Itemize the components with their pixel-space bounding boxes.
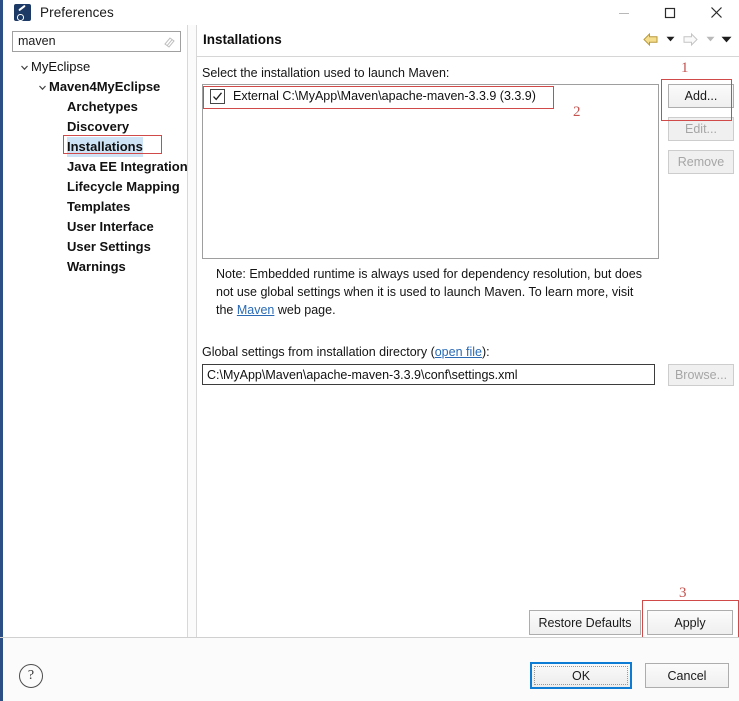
tree-item-label: Templates bbox=[67, 199, 131, 214]
tree-item-myeclipse[interactable]: MyEclipse bbox=[3, 57, 187, 77]
tree-item-label: MyEclipse bbox=[31, 59, 91, 74]
footer-accent-bar bbox=[0, 638, 3, 701]
tree-item-label: Maven4MyEclipse bbox=[49, 79, 161, 94]
chevron-down-icon bbox=[703, 29, 717, 49]
chevron-down-icon[interactable] bbox=[719, 29, 733, 49]
global-settings-path-input[interactable]: C:\MyApp\Maven\apache-maven-3.3.9\conf\s… bbox=[202, 364, 655, 385]
annotation-number-3: 3 bbox=[679, 585, 687, 601]
select-installation-label: Select the installation used to launch M… bbox=[202, 66, 450, 80]
maven-link[interactable]: Maven bbox=[237, 303, 275, 317]
window-accent-bar bbox=[0, 0, 3, 25]
browse-button: Browse... bbox=[668, 364, 734, 386]
restore-defaults-button[interactable]: Restore Defaults bbox=[529, 610, 641, 635]
global-settings-label: Global settings from installation direct… bbox=[202, 345, 490, 359]
tree-item-label: User Settings bbox=[67, 239, 151, 254]
preference-tree[interactable]: MyEclipse Maven4MyEclipse Archetypes Dis… bbox=[3, 57, 187, 277]
close-icon[interactable] bbox=[693, 0, 739, 25]
header-divider bbox=[197, 56, 739, 57]
maximize-icon[interactable] bbox=[647, 0, 693, 25]
installations-page: Installations Select the installation us… bbox=[197, 25, 739, 637]
panel-sash[interactable] bbox=[188, 25, 196, 637]
page-navigation-toolbar bbox=[639, 29, 733, 49]
tree-item-java-ee-integration[interactable]: Java EE Integration bbox=[3, 157, 187, 177]
tree-item-label: Discovery bbox=[67, 119, 130, 134]
preference-tree-panel: maven MyEclipse Maven4MyEclipse Archetyp… bbox=[0, 25, 187, 665]
chevron-down-icon[interactable] bbox=[17, 57, 31, 77]
help-question-icon[interactable]: ? bbox=[19, 664, 43, 688]
open-file-link[interactable]: open file bbox=[435, 345, 482, 359]
annotation-number-1: 1 bbox=[681, 60, 689, 76]
minimize-icon[interactable] bbox=[601, 0, 647, 25]
tree-item-maven4myeclipse[interactable]: Maven4MyEclipse bbox=[3, 77, 187, 97]
forward-arrow-icon bbox=[679, 29, 701, 49]
cancel-button[interactable]: Cancel bbox=[645, 663, 729, 688]
installation-checkbox[interactable] bbox=[210, 88, 225, 104]
back-arrow-icon[interactable] bbox=[639, 29, 661, 49]
ok-button-label: OK bbox=[571, 668, 591, 683]
window-title: Preferences bbox=[40, 5, 114, 20]
chevron-down-icon[interactable] bbox=[663, 29, 677, 49]
note-text-part2: web page. bbox=[274, 303, 336, 317]
add-button[interactable]: Add... bbox=[668, 84, 734, 108]
search-input[interactable]: maven bbox=[12, 31, 181, 52]
tree-item-label: Java EE Integration bbox=[67, 159, 187, 174]
remove-button: Remove bbox=[668, 150, 734, 174]
annotation-number-2: 2 bbox=[573, 104, 581, 120]
tree-item-label: Archetypes bbox=[67, 99, 138, 114]
embedded-runtime-note: Note: Embedded runtime is always used fo… bbox=[216, 265, 646, 319]
global-settings-label-before: Global settings from installation direct… bbox=[202, 345, 435, 359]
global-settings-path-value: C:\MyApp\Maven\apache-maven-3.3.9\conf\s… bbox=[207, 367, 518, 382]
installation-actions: Add... Edit... Remove bbox=[668, 84, 734, 174]
tree-item-archetypes[interactable]: Archetypes bbox=[3, 97, 187, 117]
tree-item-discovery[interactable]: Discovery bbox=[3, 117, 187, 137]
ok-button[interactable]: OK bbox=[530, 662, 632, 689]
installation-label: External C:\MyApp\Maven\apache-maven-3.3… bbox=[233, 89, 536, 103]
page-header: Installations bbox=[197, 25, 739, 57]
tree-item-label: User Interface bbox=[67, 219, 154, 234]
tree-item-lifecycle-mapping[interactable]: Lifecycle Mapping bbox=[3, 177, 187, 197]
global-settings-label-after: ): bbox=[482, 345, 490, 359]
installation-row[interactable]: External C:\MyApp\Maven\apache-maven-3.3… bbox=[203, 85, 658, 107]
tree-item-user-interface[interactable]: User Interface bbox=[3, 217, 187, 237]
edit-button: Edit... bbox=[668, 117, 734, 141]
title-bar: Preferences bbox=[0, 0, 739, 25]
eraser-icon[interactable] bbox=[161, 32, 178, 51]
preferences-dialog: Preferences maven MyEclipse Maven4MyEcli… bbox=[0, 0, 739, 701]
chevron-down-icon[interactable] bbox=[35, 77, 49, 97]
tree-item-templates[interactable]: Templates bbox=[3, 197, 187, 217]
installations-list[interactable]: External C:\MyApp\Maven\apache-maven-3.3… bbox=[202, 84, 659, 259]
search-input-value: maven bbox=[18, 34, 56, 48]
filter-search-wrap: maven bbox=[12, 31, 181, 52]
window-controls bbox=[601, 0, 739, 25]
dialog-footer: ? OK Cancel bbox=[0, 637, 739, 701]
page-bottom-actions: Restore Defaults Apply bbox=[197, 602, 739, 637]
tree-item-label: Installations bbox=[67, 137, 143, 157]
preferences-icon bbox=[14, 4, 31, 21]
tree-item-installations[interactable]: Installations bbox=[3, 137, 187, 157]
tree-item-label: Warnings bbox=[67, 259, 126, 274]
page-title: Installations bbox=[203, 32, 282, 47]
apply-button[interactable]: Apply bbox=[647, 610, 733, 635]
tree-item-user-settings[interactable]: User Settings bbox=[3, 237, 187, 257]
tree-item-warnings[interactable]: Warnings bbox=[3, 257, 187, 277]
tree-item-label: Lifecycle Mapping bbox=[67, 179, 180, 194]
